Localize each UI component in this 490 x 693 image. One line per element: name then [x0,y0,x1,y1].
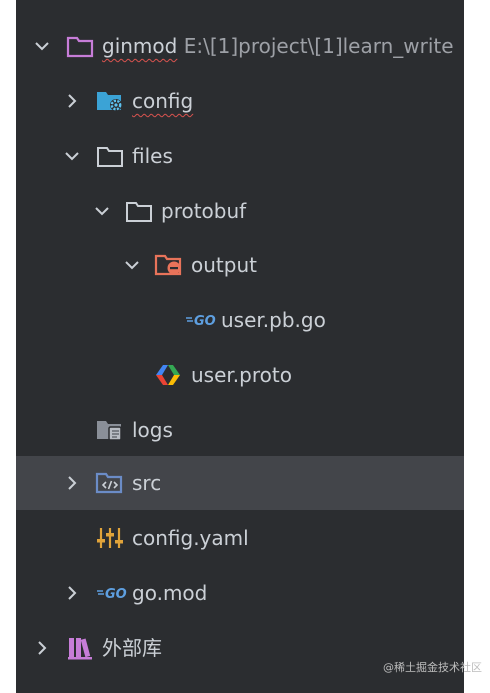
tree-item-config[interactable]: config [16,74,464,128]
tree-item-label: config [132,89,194,113]
root-label: ginmod E:\[1]project\[1]learn_write [102,19,454,73]
library-icon [65,634,95,662]
go-module-icon: GO [96,579,130,607]
tree-item-label: config.yaml [132,526,249,550]
chevron-down-icon[interactable] [62,146,82,166]
chevron-down-icon[interactable] [122,255,142,275]
chevron-down-icon[interactable] [32,36,52,56]
tree-item-protobuf[interactable]: protobuf [16,184,464,238]
chevron-right-icon[interactable] [62,91,82,111]
config-folder-icon [95,87,125,115]
tree-item-label: src [132,471,162,495]
tree-item-label: files [132,144,173,168]
go-file-icon: GO [185,306,219,334]
tree-item-user-pb-go[interactable]: GO user.pb.go [16,293,464,347]
folder-icon [124,197,154,225]
excluded-folder-icon [154,251,184,279]
chevron-right-icon[interactable] [62,473,82,493]
watermark: @稀土掘金技术社区 [383,661,482,674]
yaml-file-icon [95,524,125,552]
tree-item-label: protobuf [161,199,247,223]
tree-item-label: go.mod [132,581,208,605]
tree-item-label: 外部库 [102,636,162,660]
tree-item-output[interactable]: output [16,238,464,292]
folder-icon [95,142,125,170]
tree-row-root[interactable]: ginmod E:\[1]project\[1]learn_write [16,19,464,73]
tree-item-src[interactable]: src [16,456,464,510]
logs-folder-icon [95,416,125,444]
tree-item-label: user.pb.go [221,308,326,332]
chevron-down-icon[interactable] [92,201,112,221]
tree-item-logs[interactable]: logs [16,403,464,457]
tree-item-label: user.proto [191,363,292,387]
svg-text:GO: GO [194,314,216,328]
module-folder-icon [65,32,95,60]
tree-item-label: logs [132,418,173,442]
chevron-right-icon[interactable] [32,638,52,658]
root-path: E:\[1]project\[1]learn_write [183,34,454,58]
project-tree-panel: ginmod E:\[1]project\[1]learn_write conf… [16,0,464,693]
tree-item-files[interactable]: files [16,129,464,183]
tree-item-label: output [191,253,257,277]
tree-item-user-proto[interactable]: user.proto [16,348,464,402]
tree-item-config-yaml[interactable]: config.yaml [16,511,464,565]
svg-text:GO: GO [105,587,127,601]
tree-item-go-mod[interactable]: GO go.mod [16,566,464,620]
root-name: ginmod [102,34,178,58]
source-folder-icon [95,469,125,497]
chevron-right-icon[interactable] [62,583,82,603]
protobuf-file-icon [153,361,183,389]
